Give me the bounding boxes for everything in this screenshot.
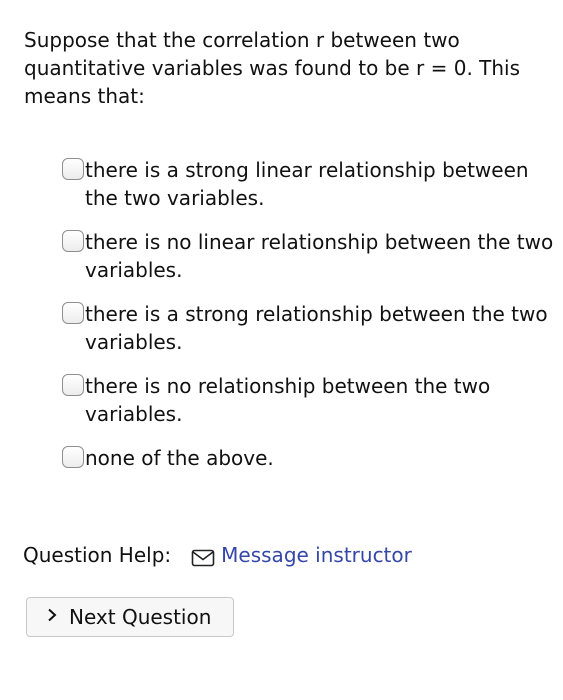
checkbox[interactable] xyxy=(62,158,84,180)
checkbox[interactable] xyxy=(62,230,84,252)
option-strong-linear[interactable]: there is a strong linear relationship be… xyxy=(62,156,557,212)
envelope-icon[interactable] xyxy=(191,546,215,567)
option-no-linear[interactable]: there is no linear relationship between … xyxy=(62,228,557,284)
next-question-label: Next Question xyxy=(69,605,212,629)
question-help: Question Help: Message instructor xyxy=(23,541,412,569)
option-label: there is no linear relationship between … xyxy=(85,230,554,282)
option-none-of-above[interactable]: none of the above. xyxy=(62,444,557,472)
option-no-relationship[interactable]: there is no relationship between the two… xyxy=(62,372,557,428)
option-label: none of the above. xyxy=(85,446,274,470)
message-instructor-link[interactable]: Message instructor xyxy=(221,541,412,569)
checkbox[interactable] xyxy=(62,446,84,468)
checkbox[interactable] xyxy=(62,302,84,324)
option-label: there is no relationship between the two… xyxy=(85,374,491,426)
chevron-right-icon xyxy=(47,608,57,626)
checkbox[interactable] xyxy=(62,374,84,396)
option-strong-relationship[interactable]: there is a strong relationship between t… xyxy=(62,300,557,356)
question-help-label: Question Help: xyxy=(23,543,172,567)
question-text: Suppose that the correlation r between t… xyxy=(24,28,521,108)
option-label: there is a strong relationship between t… xyxy=(85,302,548,354)
next-question-button[interactable]: Next Question xyxy=(26,597,234,637)
answer-options: there is a strong linear relationship be… xyxy=(62,156,557,488)
option-label: there is a strong linear relationship be… xyxy=(85,158,529,210)
